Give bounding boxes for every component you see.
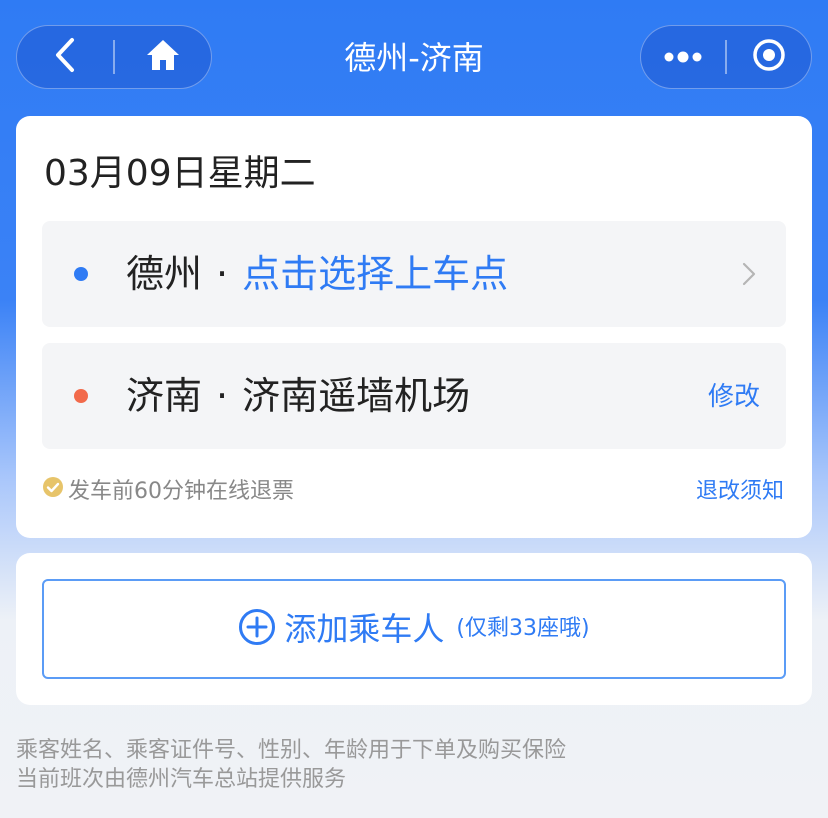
service-provider-note: 当前班次由德州汽车总站提供服务 xyxy=(16,767,347,792)
destination-text: 济南 · 济南遥墙机场 xyxy=(126,371,470,421)
destination-separator: · xyxy=(216,374,229,418)
add-passenger-button[interactable]: 添加乘车人 (仅剩33座哦) xyxy=(42,579,786,679)
origin-dot xyxy=(74,267,88,281)
refund-note-text: 发车前60分钟在线退票 xyxy=(68,479,294,504)
trip-date: 03月09日星期二 xyxy=(44,153,316,194)
passenger-card: 添加乘车人 (仅剩33座哦) xyxy=(16,553,812,705)
nav-right-capsule xyxy=(640,25,812,89)
footer-notes: 乘客姓名、乘客证件号、性别、年龄用于下单及购买保险 当前班次由德州汽车总站提供服… xyxy=(16,736,566,794)
add-passenger-label: 添加乘车人 xyxy=(284,610,445,648)
destination-station: 济南遥墙机场 xyxy=(242,374,471,418)
origin-stop-row[interactable]: 德州 · 点击选择上车点 xyxy=(42,221,786,327)
trip-card: 03月09日星期二 德州 · 点击选择上车点 济南 · 济南遥墙机场 修改 发车前60分… xyxy=(16,116,812,538)
refund-policy-link[interactable]: 退改须知 xyxy=(696,476,784,508)
plus-circle-icon xyxy=(238,608,284,650)
destination-city: 济南 xyxy=(126,374,203,418)
seats-left-text: (仅剩33座哦) xyxy=(456,616,590,641)
more-dots-icon xyxy=(663,48,703,67)
more-button[interactable] xyxy=(641,26,725,88)
check-badge-icon xyxy=(42,476,68,508)
privacy-note: 乘客姓名、乘客证件号、性别、年龄用于下单及购买保险 xyxy=(16,738,567,763)
chevron-right-icon xyxy=(742,262,756,290)
refund-note: 发车前60分钟在线退票 xyxy=(42,476,294,508)
destination-stop-row: 济南 · 济南遥墙机场 修改 xyxy=(42,343,786,449)
close-miniprogram-button[interactable] xyxy=(727,26,811,88)
origin-separator: · xyxy=(216,252,229,296)
pick-boarding-point-link[interactable]: 点击选择上车点 xyxy=(242,252,508,296)
origin-city: 德州 xyxy=(126,252,203,296)
target-icon xyxy=(751,37,787,77)
modify-destination-link[interactable]: 修改 xyxy=(708,379,760,415)
destination-dot xyxy=(74,389,88,403)
origin-text: 德州 · 点击选择上车点 xyxy=(126,249,508,299)
